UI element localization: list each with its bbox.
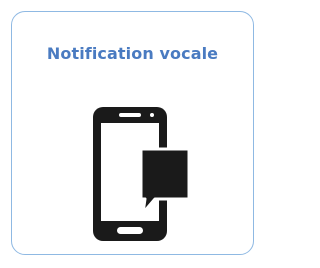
voice-notification-card[interactable]: Notification vocale [11, 11, 254, 255]
card-title: Notification vocale [46, 44, 219, 63]
phone-message-icon [85, 89, 193, 249]
